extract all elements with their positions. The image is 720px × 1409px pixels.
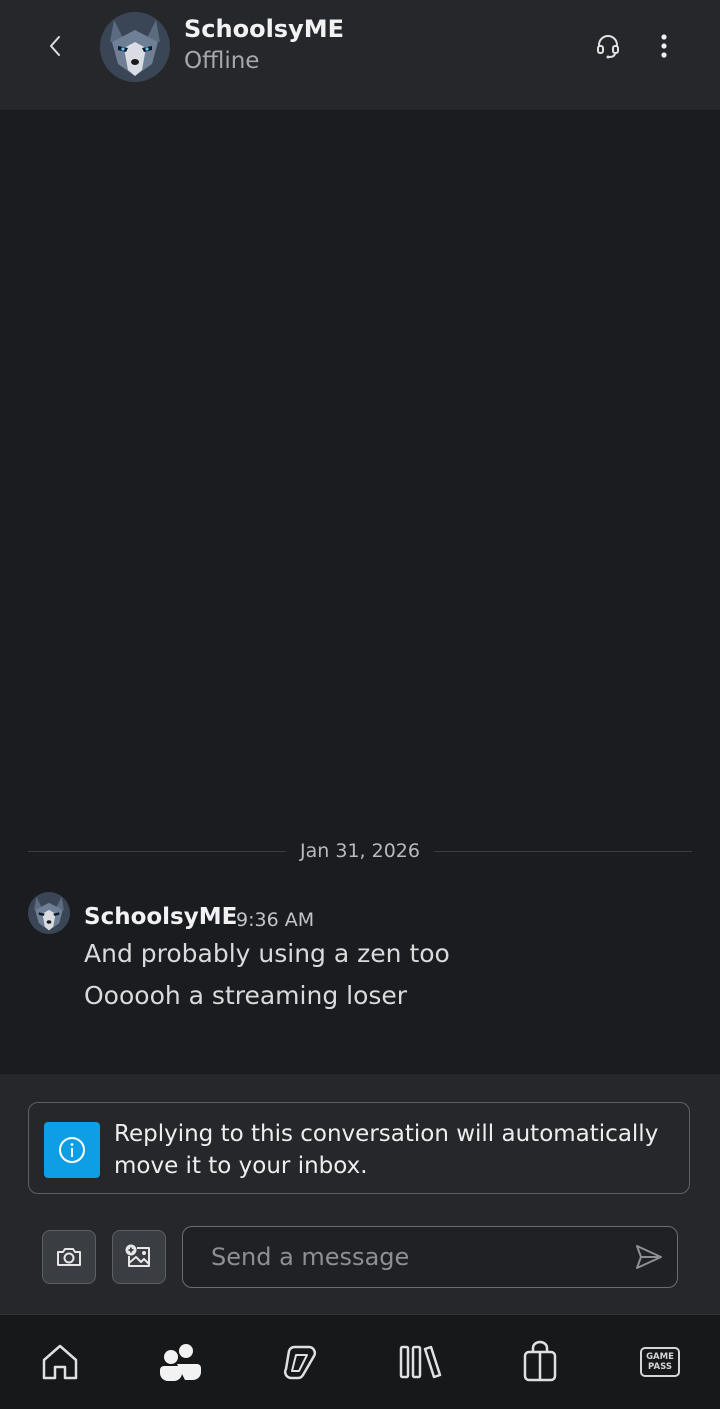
game-pass-line2: PASS [648,1362,672,1372]
people-icon [160,1344,201,1381]
message-text: Oooooh a streaming loser [84,981,408,1010]
sender-avatar[interactable] [28,892,70,934]
nav-home[interactable] [0,1315,120,1409]
add-image-icon [125,1244,150,1267]
message-sender[interactable]: SchoolsyME [84,904,237,930]
voice-chat-button[interactable] [588,26,628,66]
game-pass-icon: GAME PASS [640,1347,680,1377]
add-image-button[interactable] [112,1230,166,1284]
contact-name[interactable]: SchoolsyME [184,15,344,43]
compose-area: Replying to this conversation will autom… [0,1074,720,1314]
nav-social[interactable] [120,1315,240,1409]
message-list[interactable]: Jan 31, 2026 SchoolsyME 9:36 AM And prob… [0,110,720,1074]
date-divider: Jan 31, 2026 [28,838,692,864]
info-icon [59,1137,85,1163]
wolf-avatar-image [28,892,70,934]
nav-store[interactable] [480,1315,600,1409]
nav-library[interactable] [360,1315,480,1409]
info-banner: Replying to this conversation will autom… [28,1102,690,1194]
divider-line [433,850,692,852]
nav-game-pass[interactable]: GAME PASS [600,1315,720,1409]
divider-line [28,850,287,852]
info-icon-box [44,1122,100,1178]
library-icon [399,1345,442,1379]
store-bag-icon [523,1340,557,1382]
home-icon [42,1344,78,1380]
more-vertical-icon [661,34,667,58]
nav-copilot[interactable] [240,1315,360,1409]
back-button[interactable] [36,26,76,66]
send-icon [636,1245,662,1269]
message-input[interactable] [209,1227,623,1287]
message-text: And probably using a zen too [84,939,450,968]
send-button[interactable] [631,1239,667,1275]
headset-icon [597,35,619,59]
date-label: Jan 31, 2026 [300,840,420,862]
camera-icon [57,1248,81,1266]
chat-header: SchoolsyME Offline [0,0,720,110]
message-input-box [182,1226,678,1288]
contact-status: Offline [184,48,260,74]
info-banner-text: Replying to this conversation will autom… [114,1121,659,1179]
message-time: 9:36 AM [236,909,315,931]
camera-button[interactable] [42,1230,96,1284]
copilot-icon [283,1345,317,1380]
more-options-button[interactable] [644,26,684,66]
wolf-avatar-image [100,12,170,82]
contact-avatar[interactable] [100,12,170,82]
bottom-nav: GAME PASS [0,1314,720,1409]
chevron-left-icon [50,36,60,56]
game-pass-line1: GAME [646,1352,674,1362]
